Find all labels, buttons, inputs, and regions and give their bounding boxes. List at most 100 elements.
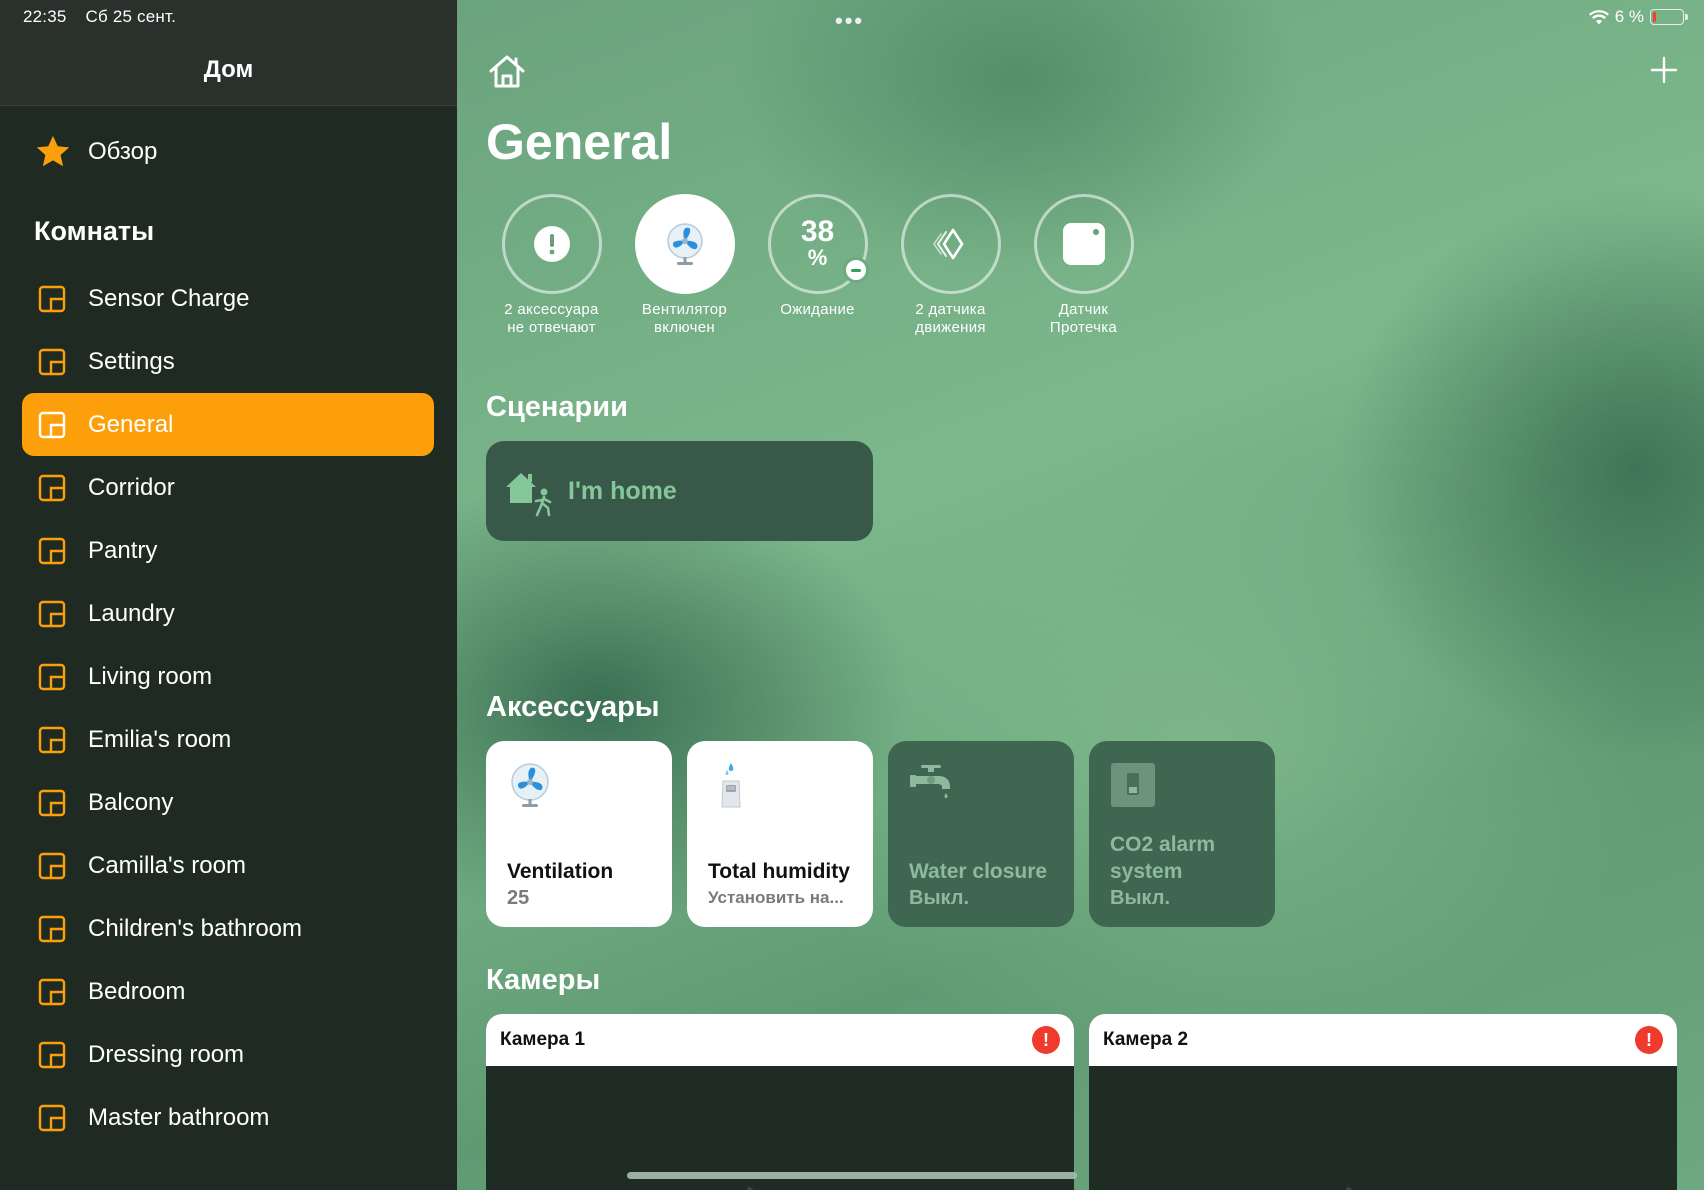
accessory-name: Ventilation <box>507 860 614 883</box>
room-icon <box>38 726 66 753</box>
room-icon <box>38 411 66 438</box>
sidebar-item-master-bathroom[interactable]: Master bathroom <box>22 1086 434 1149</box>
status-label: Датчик Протечка <box>1049 301 1118 336</box>
accessory-text: Ventilation 25 <box>507 858 658 911</box>
accessory-state: Выкл. <box>1110 887 1171 909</box>
room-icon <box>38 1104 66 1131</box>
status-circle <box>634 194 735 294</box>
camera-off-icon <box>1345 1184 1356 1190</box>
accessory-text: Total humidity Установить на... <box>708 858 859 911</box>
rooms-heading: Комнаты <box>34 216 155 246</box>
sidebar-item-laundry[interactable]: Laundry <box>22 582 434 645</box>
sidebar-item-bedroom[interactable]: Bedroom <box>22 960 434 1023</box>
battery-percent: 6 % <box>1614 7 1644 26</box>
motion-sensor-icon <box>932 228 963 260</box>
room-icon <box>38 663 66 690</box>
cameras-heading: Камеры <box>486 964 601 996</box>
accessory-co2-alarm-system[interactable]: CO2 alarm system Выкл. <box>1089 741 1275 927</box>
sidebar-item-living-room[interactable]: Living room <box>22 645 434 708</box>
home-app: 22:35 Сб 25 сент. Дом Обзор Комнаты Sens… <box>0 0 1704 1190</box>
sidebar-item-pantry[interactable]: Pantry <box>22 519 434 582</box>
scene-label: I'm home <box>568 476 677 505</box>
battery-icon <box>1650 9 1688 25</box>
sidebar-item-label: Dressing room <box>88 1040 245 1068</box>
alert-icon[interactable]: ! <box>1032 1026 1060 1054</box>
status-fan-on[interactable]: Вентилятор включен <box>618 194 751 337</box>
leak-sensor-icon <box>1062 223 1105 265</box>
sidebar-item-general[interactable]: General <box>22 393 434 456</box>
sidebar: 22:35 Сб 25 сент. Дом Обзор Комнаты Sens… <box>0 0 457 1190</box>
accessory-text: CO2 alarm system Выкл. <box>1110 831 1261 911</box>
scenes-heading: Сценарии <box>486 391 628 423</box>
status-bar-left: 22:35 Сб 25 сент. <box>23 7 190 27</box>
page-title: General <box>486 114 673 170</box>
status-label: Вентилятор включен <box>641 301 728 336</box>
accessory-name: CO2 alarm system <box>1110 833 1216 883</box>
sidebar-item-emilias-room[interactable]: Emilia's room <box>22 708 434 771</box>
fan-icon <box>666 223 703 265</box>
camera-2[interactable]: Камера 2 ! <box>1089 1014 1677 1190</box>
sidebar-header: 22:35 Сб 25 сент. Дом <box>0 0 457 106</box>
switch-icon <box>1111 763 1155 807</box>
status-label: 2 аксессуара не отвечают <box>504 301 599 336</box>
fan-icon <box>511 763 549 807</box>
home-icon[interactable] <box>487 52 527 90</box>
sidebar-item-corridor[interactable]: Corridor <box>22 456 434 519</box>
sidebar-item-dressing-room[interactable]: Dressing room <box>22 1023 434 1086</box>
accessory-state: Установить на... <box>708 888 844 907</box>
room-icon <box>38 600 66 627</box>
status-circle: 38 % <box>767 194 869 294</box>
status-circle <box>501 194 602 294</box>
camera-header: Камера 1 ! <box>486 1014 1074 1066</box>
room-icon <box>38 789 66 816</box>
room-icon <box>38 852 66 879</box>
alert-icon[interactable]: ! <box>1635 1026 1663 1054</box>
room-icon <box>38 1041 66 1068</box>
sidebar-item-label: Bedroom <box>88 977 186 1005</box>
sidebar-item-settings[interactable]: Settings <box>22 330 434 393</box>
room-icon <box>38 537 66 564</box>
multitasking-dots-icon[interactable]: ••• <box>835 8 864 34</box>
accessory-state: Выкл. <box>909 887 970 909</box>
sidebar-item-balcony[interactable]: Balcony <box>22 771 434 834</box>
status-humidity[interactable]: 38 % Ожидание <box>751 194 884 337</box>
status-leak-sensor[interactable]: Датчик Протечка <box>1017 194 1150 337</box>
sidebar-title: Дом <box>203 56 254 83</box>
status-not-responding[interactable]: 2 аксессуара не отвечают <box>485 194 618 337</box>
accessory-total-humidity[interactable]: Total humidity Установить на... <box>687 741 873 927</box>
home-indicator[interactable] <box>627 1172 1077 1179</box>
scene-im-home[interactable]: I'm home <box>486 441 873 541</box>
sidebar-item-label: Balcony <box>88 788 174 816</box>
camera-name: Камера 2 <box>1103 1029 1189 1050</box>
sidebar-item-label: Settings <box>88 347 175 375</box>
sidebar-item-label: Children's bathroom <box>88 914 303 942</box>
accessories-grid: Ventilation 25 Total humidity Установить… <box>486 741 1290 927</box>
sidebar-item-childrens-bathroom[interactable]: Children's bathroom <box>22 897 434 960</box>
camera-feed <box>1089 1066 1677 1190</box>
minus-badge-icon <box>842 257 869 283</box>
camera-1[interactable]: Камера 1 ! <box>486 1014 1074 1190</box>
room-icon <box>38 348 66 375</box>
accessory-text: Water closure Выкл. <box>909 858 1060 911</box>
accessory-name: Water closure <box>909 860 1048 883</box>
status-label: 2 датчика движения <box>915 301 986 336</box>
wifi-icon <box>1588 9 1609 24</box>
camera-name: Камера 1 <box>500 1029 586 1050</box>
status-bar-right: 6 % <box>1588 7 1688 27</box>
add-icon[interactable] <box>1650 56 1678 84</box>
sidebar-item-label: Living room <box>88 662 213 690</box>
sidebar-item-sensor-charge[interactable]: Sensor Charge <box>22 267 434 330</box>
sidebar-item-label: Pantry <box>88 536 158 564</box>
sidebar-item-overview[interactable]: Обзор <box>34 133 157 171</box>
camera-header: Камера 2 ! <box>1089 1014 1677 1066</box>
status-strip: 2 аксессуара не отвечают Вентилятор вклю… <box>485 194 1150 337</box>
arrive-home-icon <box>506 473 552 517</box>
accessory-ventilation[interactable]: Ventilation 25 <box>486 741 672 927</box>
sidebar-item-label: Camilla's room <box>88 851 246 879</box>
status-circle <box>900 194 1001 294</box>
accessory-water-closure[interactable]: Water closure Выкл. <box>888 741 1074 927</box>
sidebar-item-camillas-room[interactable]: Camilla's room <box>22 834 434 897</box>
main-content: ••• 6 % General 2 аксессуара не отвечают… <box>457 0 1704 1190</box>
status-motion-sensors[interactable]: 2 датчика движения <box>884 194 1017 337</box>
sidebar-item-label: General <box>88 410 174 438</box>
